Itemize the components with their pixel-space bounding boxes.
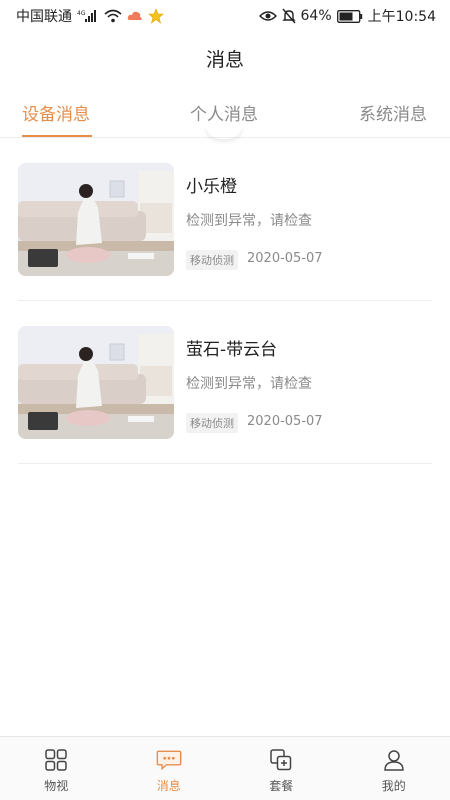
nav-item-devices[interactable]: 物视 [0,737,113,800]
grid-icon [43,747,69,773]
nav-item-packages[interactable]: 套餐 [225,737,338,800]
tab-system-messages[interactable]: 系统消息 [359,100,427,125]
cloud-app-icon [127,10,143,22]
message-date: 2020-05-07 [247,414,323,429]
message-description: 检测到异常，请检查 [186,376,312,392]
nav-label: 消息 [156,779,181,793]
event-type-tag: 移动侦测 [186,413,238,433]
status-bar: 中国联通 4G 64% 上午10:54 [0,0,450,32]
list-item[interactable]: 小乐橙 检测到异常，请检查 移动侦测 2020-05-07 [18,138,432,301]
page-title: 消息 [205,48,244,71]
mute-bell-icon [281,8,296,24]
eye-icon [258,9,277,23]
package-icon [268,747,294,773]
carrier-name: 中国联通 [16,9,72,25]
star-icon [148,8,164,24]
bottom-nav: 物视 消息 套餐 我的 [0,736,450,800]
person-icon [381,747,407,773]
network-type: 4G [77,10,86,17]
battery-percent: 64% [300,8,332,24]
event-type-tag: 移动侦测 [186,250,238,270]
tab-personal-messages[interactable]: 个人消息 [190,100,258,125]
clock-time: 上午10:54 [367,9,436,25]
nav-label: 我的 [381,779,406,793]
message-date: 2020-05-07 [247,251,323,266]
tab-device-messages[interactable]: 设备消息 [22,100,90,125]
message-thumbnail [18,326,174,439]
battery-icon [336,9,363,23]
nav-label: 套餐 [269,779,294,793]
nav-label: 物视 [44,779,69,793]
nav-item-messages[interactable]: 消息 [113,737,226,800]
active-tab-indicator [22,135,92,137]
list-item[interactable]: 萤石-带云台 检测到异常，请检查 移动侦测 2020-05-07 [18,301,432,464]
wifi-icon [104,9,122,23]
message-description: 检测到异常，请检查 [186,213,312,229]
message-thumbnail [18,163,174,276]
nav-item-profile[interactable]: 我的 [338,737,450,800]
message-list: 小乐橙 检测到异常，请检查 移动侦测 2020-05-07 萤石-带云台 检测到… [0,138,450,464]
device-name: 萤石-带云台 [186,340,278,360]
message-icon [156,747,182,773]
signal-icon: 4G [77,9,99,23]
device-name: 小乐橙 [186,177,237,197]
